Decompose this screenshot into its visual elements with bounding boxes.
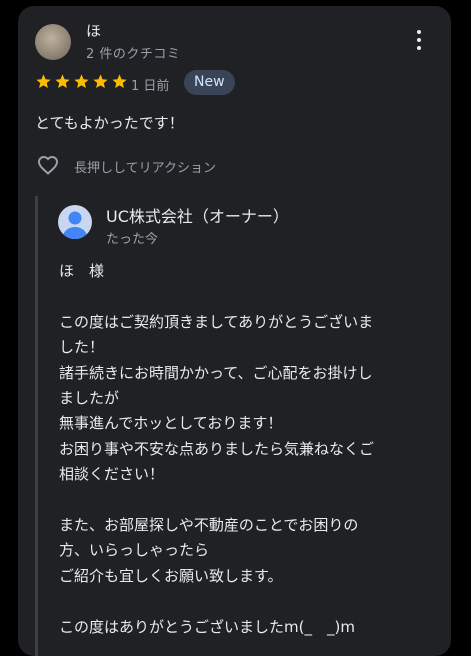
star-icon: [36, 74, 51, 89]
star-icon: [112, 74, 127, 89]
star-icon: [55, 74, 70, 89]
review-text: とてもよかったです！: [35, 114, 184, 132]
star-icon: [93, 74, 108, 89]
reaction-hint[interactable]: 長押ししてリアクション: [74, 157, 216, 176]
heart-outline-icon[interactable]: [35, 153, 61, 177]
reply-line: ご紹介も宜しくお願い致します。: [59, 566, 283, 585]
more-vert-icon[interactable]: [413, 30, 425, 60]
review-card: ほ 2 件のクチコミ 1 日前 New とてもよかったです！ 長押ししてリアクシ…: [18, 6, 451, 656]
reply-line: また、お部屋探しや不動産のことでお困りの: [59, 516, 359, 535]
reply-line: ましたが: [59, 389, 120, 408]
review-date: 1 日前: [131, 79, 170, 94]
reply-line: この度はご契約頂きましてありがとうございま: [59, 312, 374, 331]
reply-line: 無事進んでホッとしております！: [59, 414, 283, 433]
reply-line: した！: [59, 338, 105, 357]
owner-reply-text: ほ 様 この度はご契約頂きましてありがとうございま した！ 諸手続きにお時間かか…: [59, 259, 449, 640]
reply-time: たった今: [106, 232, 159, 247]
reviewer-name[interactable]: ほ: [86, 20, 101, 41]
reply-line: 諸手続きにお時間かかって、ご心配をお掛けし: [59, 363, 373, 382]
person-icon: [58, 205, 92, 239]
reviewer-review-count[interactable]: 2 件のクチコミ: [86, 43, 180, 62]
reply-line: [59, 589, 449, 614]
reply-line: お困り事や不安な点ありましたら気兼ねなくご: [59, 439, 375, 458]
reviewer-avatar[interactable]: [35, 24, 71, 60]
rating-stars: [35, 73, 130, 90]
reply-line: ほ 様: [59, 262, 105, 280]
reply-line: 相談ください！: [59, 465, 165, 484]
owner-name: UC株式会社（オーナー）: [106, 207, 289, 226]
reply-line: 方、いらっしゃったら: [59, 541, 210, 560]
reply-line: [59, 284, 449, 309]
star-icon: [74, 74, 89, 89]
reply-divider: [35, 196, 38, 656]
reply-line: この度はありがとうございましたm(_ _)m: [59, 617, 355, 636]
new-badge: New: [184, 70, 235, 95]
reply-line: [59, 488, 449, 513]
